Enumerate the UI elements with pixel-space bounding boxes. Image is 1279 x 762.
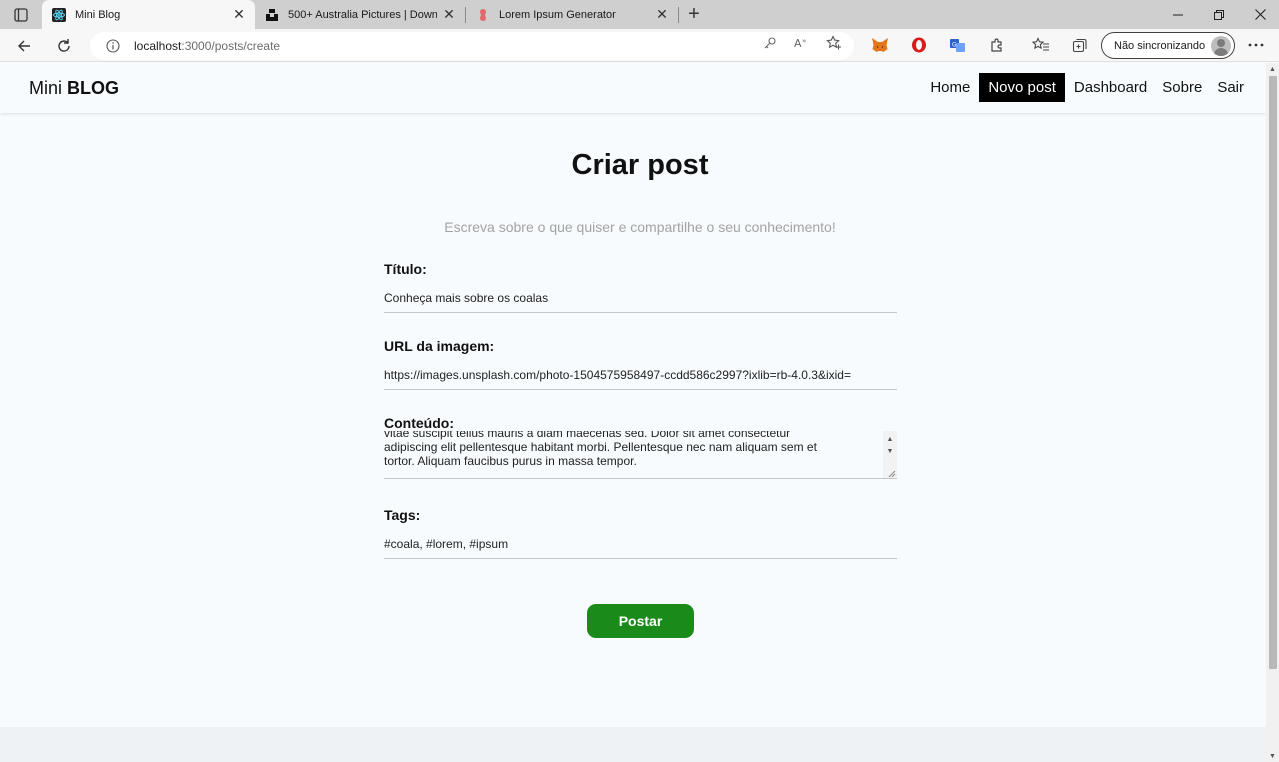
nav-link-novo-post[interactable]: Novo post xyxy=(979,73,1065,102)
image-url-input[interactable]: https://images.unsplash.com/photo-150457… xyxy=(384,360,897,390)
nav-link-sair[interactable]: Sair xyxy=(1211,73,1250,102)
browser-tab-lorem[interactable]: Lorem Ipsum Generator ✕ xyxy=(466,0,678,29)
translate-icon[interactable]: G xyxy=(949,36,967,54)
scroll-up-icon[interactable]: ▲ xyxy=(883,433,897,445)
minimize-icon xyxy=(1173,14,1183,15)
url-host: localhost xyxy=(134,39,182,53)
nav-link-dashboard[interactable]: Dashboard xyxy=(1068,73,1153,102)
content-label: Conteúdo: xyxy=(384,415,454,431)
profile-sync-button[interactable]: Não sincronizando xyxy=(1101,32,1235,59)
scrollbar-thumb[interactable] xyxy=(1269,76,1277,669)
svg-text:A: A xyxy=(794,37,802,50)
content-line: vitae suscipit tellus mauris a diam maec… xyxy=(384,431,791,440)
lorem-icon xyxy=(476,8,490,22)
browser-tab-bar: Mini Blog ✕ 500+ Australia Pictures | Do… xyxy=(0,0,1279,29)
add-favorite-icon[interactable] xyxy=(826,35,842,51)
tab-title: Mini Blog xyxy=(75,8,121,21)
restore-button[interactable] xyxy=(1199,0,1239,29)
browser-tab-mini-blog[interactable]: Mini Blog ✕ xyxy=(42,0,255,29)
scroll-down-icon[interactable]: ▼ xyxy=(1266,750,1279,762)
image-url-field: URL da imagem: https://images.unsplash.c… xyxy=(384,338,897,390)
url-path: :3000/posts/create xyxy=(181,39,281,53)
metamask-icon[interactable] xyxy=(871,36,889,54)
title-field: Título: Conheça mais sobre os coalas xyxy=(384,261,897,313)
new-tab-button[interactable]: + xyxy=(679,0,709,29)
unsplash-icon xyxy=(265,8,279,22)
more-options-icon[interactable] xyxy=(1247,36,1265,54)
content-line: tortor. Aliquam faucibus purus in massa … xyxy=(384,454,637,468)
textarea-scrollbar[interactable]: ▲ ▼ xyxy=(883,431,897,478)
scroll-down-icon[interactable]: ▼ xyxy=(883,445,897,457)
close-tab-icon[interactable]: ✕ xyxy=(231,6,247,23)
back-button[interactable] xyxy=(11,33,37,59)
tab-actions-button[interactable] xyxy=(0,0,42,29)
page-viewport: Mini BLOG Home Novo post Dashboard Sobre… xyxy=(0,63,1266,762)
refresh-button[interactable] xyxy=(51,33,77,59)
brand-light: Mini xyxy=(29,78,68,98)
browser-tab-australia[interactable]: 500+ Australia Pictures | Downlo ✕ xyxy=(255,0,465,29)
tags-label: Tags: xyxy=(384,507,421,523)
tab-title: 500+ Australia Pictures | Downlo xyxy=(288,8,437,21)
collections-icon[interactable] xyxy=(1071,36,1089,54)
site-brand-link[interactable]: Mini BLOG xyxy=(29,78,119,99)
title-input[interactable]: Conheça mais sobre os coalas xyxy=(384,283,897,313)
close-icon xyxy=(1254,9,1266,20)
scroll-up-icon[interactable]: ▲ xyxy=(1266,63,1279,75)
address-bar[interactable]: localhost:3000/posts/create xyxy=(90,32,854,60)
tags-field: Tags: #coala, #lorem, #ipsum xyxy=(384,507,897,559)
opera-icon[interactable] xyxy=(910,36,928,54)
tab-title: Lorem Ipsum Generator xyxy=(499,8,616,21)
restore-icon xyxy=(1214,9,1224,20)
content-textarea[interactable]: vitae suscipit tellus mauris a diam maec… xyxy=(384,431,897,479)
read-aloud-icon[interactable]: A» xyxy=(794,35,810,51)
content-field: Conteúdo: vitae suscipit tellus mauris a… xyxy=(384,415,897,479)
tab-actions-icon xyxy=(14,7,28,22)
content-line: adipiscing elit pellentesque habitant mo… xyxy=(384,440,817,454)
title-label: Título: xyxy=(384,261,427,277)
refresh-icon xyxy=(58,39,70,52)
profile-sync-label: Não sincronizando xyxy=(1114,39,1206,52)
avatar xyxy=(1211,36,1231,56)
footer xyxy=(0,727,1266,762)
page-subtitle: Escreva sobre o que quiser e compartilhe… xyxy=(444,219,836,235)
close-window-button[interactable] xyxy=(1240,0,1279,29)
plus-icon: + xyxy=(688,3,700,25)
svg-text:»: » xyxy=(802,37,806,45)
url-text: localhost:3000/posts/create xyxy=(134,39,280,53)
content-text: vitae suscipit tellus mauris a diam maec… xyxy=(384,431,876,468)
close-tab-icon[interactable]: ✕ xyxy=(654,6,670,23)
react-icon xyxy=(52,7,66,22)
browser-toolbar: localhost:3000/posts/create A» G Não sin… xyxy=(0,29,1279,62)
submit-post-button[interactable]: Postar xyxy=(587,604,694,638)
minimize-button[interactable] xyxy=(1158,0,1198,29)
site-header: Mini BLOG Home Novo post Dashboard Sobre… xyxy=(0,63,1266,113)
page-scrollbar[interactable]: ▲ ▼ xyxy=(1266,63,1279,762)
favorites-icon[interactable] xyxy=(1032,36,1050,54)
arrow-left-icon xyxy=(18,40,30,52)
nav-link-sobre[interactable]: Sobre xyxy=(1156,73,1208,102)
page-title: Criar post xyxy=(571,149,709,181)
extensions-icon[interactable] xyxy=(988,36,1006,54)
key-icon[interactable] xyxy=(762,35,778,51)
image-url-label: URL da imagem: xyxy=(384,338,495,354)
tags-input[interactable]: #coala, #lorem, #ipsum xyxy=(384,529,897,559)
site-nav: Home Novo post Dashboard Sobre Sair xyxy=(921,73,1250,102)
info-icon[interactable] xyxy=(98,39,128,53)
brand-bold: BLOG xyxy=(67,78,120,98)
close-tab-icon[interactable]: ✕ xyxy=(441,6,457,23)
svg-text:G: G xyxy=(952,42,957,49)
resize-handle-icon[interactable] xyxy=(886,468,896,478)
nav-link-home[interactable]: Home xyxy=(924,73,976,102)
